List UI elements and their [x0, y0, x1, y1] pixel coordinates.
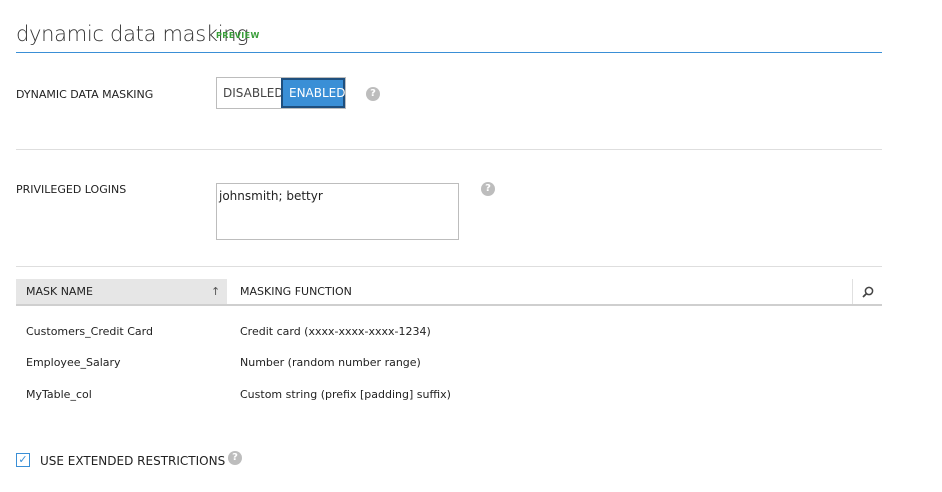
question-mark-icon[interactable]: ?: [366, 87, 380, 101]
table-row-mask-name[interactable]: Customers_Credit Card: [26, 325, 153, 338]
table-row-mask-name[interactable]: Employee_Salary: [26, 356, 121, 369]
table-row-masking-function[interactable]: Custom string (prefix [padding] suffix): [240, 388, 451, 401]
masking-label: DYNAMIC DATA MASKING: [16, 88, 154, 101]
sort-up-arrow-icon[interactable]: ↑: [211, 285, 220, 298]
checkmark-icon: ✓: [18, 453, 28, 466]
column-header-masking-function[interactable]: MASKING FUNCTION: [228, 279, 852, 304]
privileged-logins-label: PRIVILEGED LOGINS: [16, 183, 127, 196]
preview-badge: PREVIEW: [216, 31, 260, 40]
masking-toggle[interactable]: DISABLED ENABLED: [216, 77, 346, 109]
question-mark-icon[interactable]: ?: [228, 451, 242, 465]
enabled-option[interactable]: ENABLED: [281, 78, 346, 108]
table-row-masking-function[interactable]: Number (random number range): [240, 356, 421, 369]
privileged-logins-input[interactable]: johnsmith; bettyr: [216, 183, 459, 240]
table-row-masking-function[interactable]: Credit card (xxxx-xxxx-xxxx-1234): [240, 325, 431, 338]
extended-restrictions-label: USE EXTENDED RESTRICTIONS: [40, 454, 226, 468]
extended-restrictions-checkbox[interactable]: ✓: [16, 453, 30, 467]
question-mark-icon[interactable]: ?: [481, 182, 495, 196]
title-underline: [16, 52, 882, 53]
page-title: dynamic data masking: [16, 22, 249, 46]
column-header-mask-name[interactable]: MASK NAME: [16, 279, 227, 304]
disabled-option[interactable]: DISABLED: [217, 78, 284, 108]
table-row-mask-name[interactable]: MyTable_col: [26, 388, 92, 401]
section-divider: [16, 266, 882, 267]
section-divider: [16, 149, 882, 150]
search-icon[interactable]: [852, 279, 882, 304]
table-header-rule: [16, 304, 882, 306]
